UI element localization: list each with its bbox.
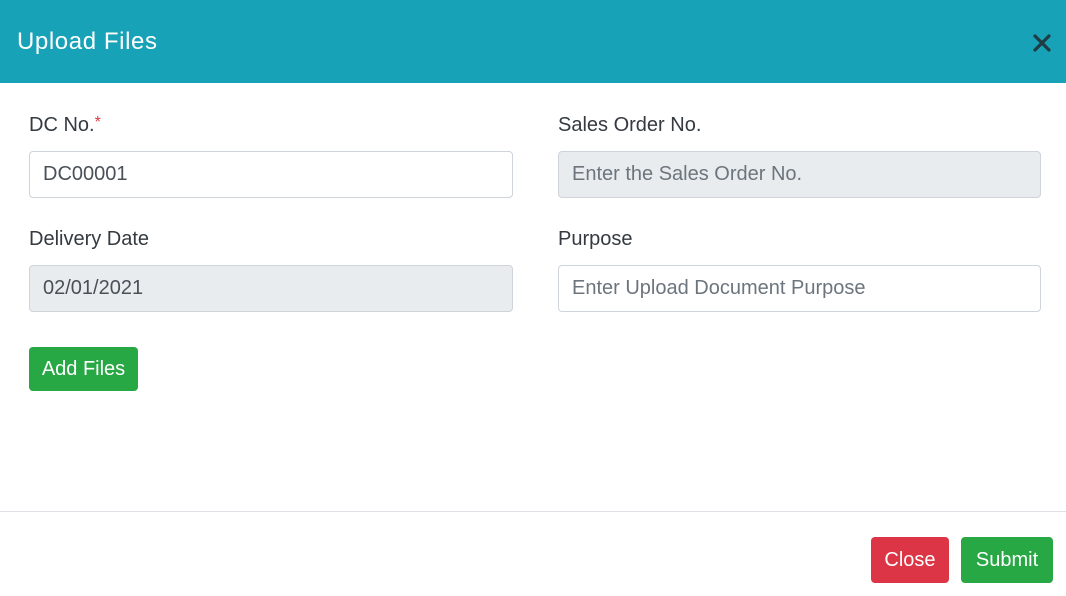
dc-no-label: DC No.*: [29, 113, 101, 137]
modal-header: Upload Files: [0, 0, 1066, 83]
dc-no-label-text: DC No.: [29, 114, 95, 136]
purpose-label: Purpose: [558, 228, 633, 250]
add-files-button[interactable]: Add Files: [29, 347, 138, 391]
footer-divider: [0, 511, 1066, 512]
upload-files-modal: Upload Files DC No.* Sales Order No. Del…: [0, 0, 1066, 596]
delivery-date-label: Delivery Date: [29, 228, 150, 250]
close-icon[interactable]: [1031, 32, 1053, 54]
purpose-input[interactable]: [558, 265, 1041, 312]
sales-order-no-input[interactable]: [558, 151, 1041, 198]
sales-order-no-label: Sales Order No.: [558, 114, 702, 136]
submit-button[interactable]: Submit: [961, 537, 1053, 583]
delivery-date-input[interactable]: [29, 265, 513, 312]
dc-no-input[interactable]: [29, 151, 513, 198]
required-marker: *: [94, 114, 101, 131]
close-button[interactable]: Close: [871, 537, 949, 583]
modal-title: Upload Files: [17, 28, 158, 55]
